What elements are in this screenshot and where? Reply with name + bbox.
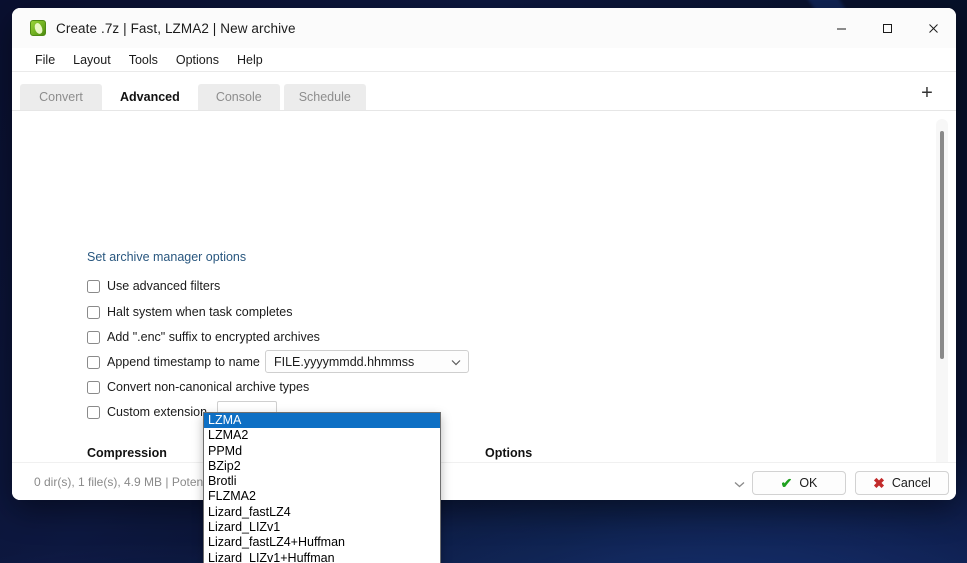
checkbox-label: Use advanced filters xyxy=(107,279,221,293)
chevron-down-icon[interactable] xyxy=(734,475,745,493)
chevron-down-icon xyxy=(451,355,461,369)
menu-options[interactable]: Options xyxy=(167,51,228,69)
archive-manager-options-link[interactable]: Set archive manager options xyxy=(87,250,246,264)
checkbox-box[interactable] xyxy=(87,305,100,319)
add-tab-icon[interactable]: + xyxy=(914,80,940,106)
checkbox-custom-extension[interactable]: Custom extension xyxy=(87,405,207,419)
timestamp-format-value: FILE.yyyymmdd.hhmmss xyxy=(274,354,415,369)
archive-creation-window: Create .7z | Fast, LZMA2 | New archive F… xyxy=(12,8,956,500)
advanced-panel: Set archive manager options Use advanced… xyxy=(12,110,956,482)
checkbox-box[interactable] xyxy=(87,330,100,344)
checkbox-label: Convert non-canonical archive types xyxy=(107,380,310,394)
tab-schedule[interactable]: Schedule xyxy=(283,84,366,110)
close-button[interactable] xyxy=(910,8,956,48)
checkbox-label: Add ".enc" suffix to encrypted archives xyxy=(107,330,320,344)
method-option[interactable]: Lizard_fastLZ4+Huffman xyxy=(204,535,440,550)
checkbox-box[interactable] xyxy=(87,279,100,293)
tab-advanced[interactable]: Advanced xyxy=(106,84,194,110)
tabstrip: Convert Advanced Console Schedule + xyxy=(12,72,956,110)
compression-section-title: Compression xyxy=(87,446,167,460)
minimize-button[interactable] xyxy=(818,8,864,48)
menu-help[interactable]: Help xyxy=(228,51,272,69)
checkbox-halt-system[interactable]: Halt system when task completes xyxy=(87,305,293,319)
cancel-label: Cancel xyxy=(891,476,931,490)
menu-tools[interactable]: Tools xyxy=(120,51,167,69)
timestamp-format-combo[interactable]: FILE.yyyymmdd.hhmmss xyxy=(265,350,469,373)
method-option[interactable]: LZMA2 xyxy=(204,428,440,443)
method-option[interactable]: LZMA xyxy=(204,413,440,429)
maximize-button[interactable] xyxy=(864,8,910,48)
method-option[interactable]: Lizard_LIZv1 xyxy=(204,520,440,535)
method-option[interactable]: PPMd xyxy=(204,444,440,459)
method-option[interactable]: Lizard_fastLZ4 xyxy=(204,505,440,520)
method-option[interactable]: BZip2 xyxy=(204,459,440,474)
method-option[interactable]: FLZMA2 xyxy=(204,489,440,504)
peazip-icon xyxy=(30,20,46,36)
checkbox-box[interactable] xyxy=(87,380,100,394)
window-title: Create .7z | Fast, LZMA2 | New archive xyxy=(56,20,296,36)
status-summary: 0 dir(s), 1 file(s), 4.9 MB | Potential xyxy=(34,475,219,489)
options-section-title: Options xyxy=(485,446,533,460)
method-option[interactable]: Lizard_LIZv1+Huffman xyxy=(204,551,440,563)
checkbox-label: Append timestamp to name xyxy=(107,355,260,369)
window-controls xyxy=(818,8,956,48)
vertical-scrollbar[interactable] xyxy=(936,119,948,471)
scrollbar-thumb[interactable] xyxy=(940,131,944,359)
checkbox-use-advanced-filters[interactable]: Use advanced filters xyxy=(87,279,220,293)
checkbox-convert-non-canonical[interactable]: Convert non-canonical archive types xyxy=(87,380,309,394)
ok-label: OK xyxy=(799,476,818,490)
tab-console[interactable]: Console xyxy=(197,84,280,110)
cancel-button[interactable]: ✖ Cancel xyxy=(855,471,949,495)
checkbox-label: Halt system when task completes xyxy=(107,305,293,319)
checkbox-label: Custom extension xyxy=(107,405,208,419)
method-option[interactable]: Brotli xyxy=(204,474,440,489)
ok-button[interactable]: ✔ OK xyxy=(752,471,846,495)
checkbox-enc-suffix[interactable]: Add ".enc" suffix to encrypted archives xyxy=(87,330,320,344)
check-icon: ✔ xyxy=(780,474,793,491)
menu-file[interactable]: File xyxy=(26,51,64,69)
checkbox-box[interactable] xyxy=(87,355,100,369)
cross-icon: ✖ xyxy=(873,474,885,491)
checkbox-append-timestamp[interactable]: Append timestamp to name xyxy=(87,355,260,369)
menu-layout[interactable]: Layout xyxy=(64,51,120,69)
menubar: File Layout Tools Options Help xyxy=(12,48,956,72)
tab-convert[interactable]: Convert xyxy=(20,84,102,110)
titlebar: Create .7z | Fast, LZMA2 | New archive xyxy=(12,8,956,48)
method-dropdown-list[interactable]: LZMA LZMA2 PPMd BZip2 Brotli FLZMA2 Lizard_fas… xyxy=(203,412,441,563)
statusbar: 0 dir(s), 1 file(s), 4.9 MB | Potential … xyxy=(12,462,956,500)
checkbox-box[interactable] xyxy=(87,405,100,419)
